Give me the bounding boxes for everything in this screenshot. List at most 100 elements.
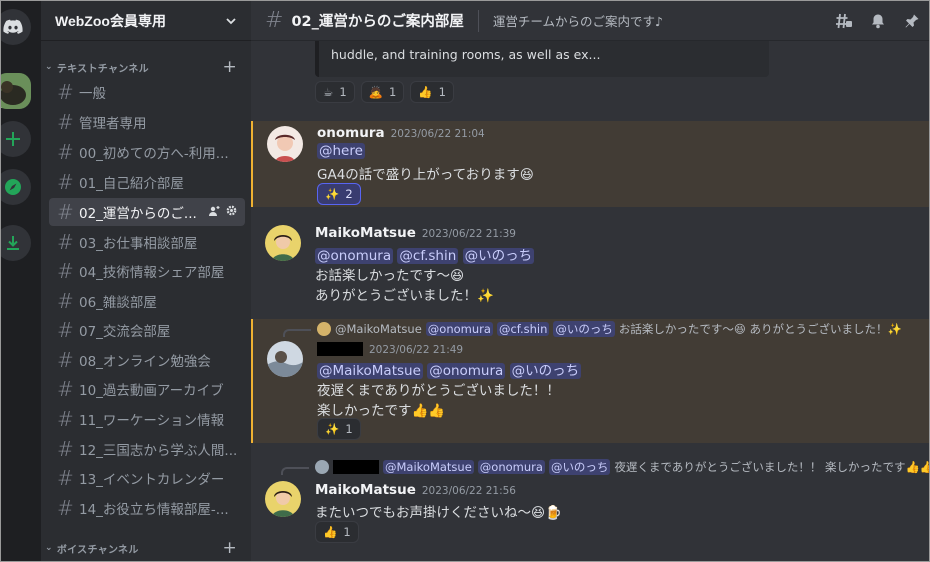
hash-icon: #: [57, 407, 74, 431]
channel-item[interactable]: # 管理者専用: [49, 108, 245, 136]
mention-user: @onomura: [477, 460, 545, 474]
channel-item[interactable]: #03_お仕事相談部屋: [49, 228, 245, 256]
mention-here[interactable]: @here: [317, 143, 365, 159]
mention-user[interactable]: @いのっち: [509, 363, 582, 379]
header-divider: [477, 9, 479, 32]
message-list[interactable]: huddle, and training rooms, as well as e…: [251, 41, 930, 561]
channel-item[interactable]: #11_ワーケーション情報: [49, 405, 245, 433]
message-onomura[interactable]: onomura 2023/06/22 21:04 @here GA4の話で盛り上が…: [251, 121, 929, 207]
hash-icon: #: [57, 466, 74, 490]
reaction-bow[interactable]: 🙇 1: [360, 81, 405, 103]
category-voice-channels[interactable]: ⌄ ボイスチャンネル +: [41, 539, 251, 557]
hash-icon: #: [57, 289, 74, 313]
mention-user: @cf.shin: [496, 322, 550, 336]
hash-icon: #: [57, 80, 74, 104]
mention-user[interactable]: @onomura: [315, 248, 394, 264]
reply-spine: [283, 329, 311, 337]
embed-text: huddle, and training rooms, as well as e…: [331, 47, 601, 62]
username[interactable]: MaikoMatsue 2023/06/22 21:39: [315, 225, 516, 241]
compass-icon: [5, 179, 21, 195]
hash-icon: #: [57, 140, 74, 164]
channel-item[interactable]: # 一般: [49, 78, 245, 106]
reaction-sparkles[interactable]: ✨ 1: [317, 418, 361, 440]
channel-item[interactable]: #01_自己紹介部屋: [49, 168, 245, 196]
avatar[interactable]: [265, 225, 301, 261]
reaction-count: 1: [345, 422, 353, 436]
reaction-coffee[interactable]: ☕ 1: [315, 81, 355, 103]
avatar[interactable]: [267, 126, 303, 162]
chevron-down-icon: [226, 17, 236, 24]
hash-icon: #: [57, 230, 74, 254]
reaction-row: ✨ 2: [317, 183, 361, 205]
channel-name: 10_過去動画アーカイブ: [79, 383, 224, 399]
avatar: [315, 460, 329, 474]
reaction-count: 1: [339, 85, 347, 99]
channel-item[interactable]: #06_雑談部屋: [49, 287, 245, 315]
reaction-sparkles[interactable]: ✨ 2: [317, 183, 361, 205]
username[interactable]: onomura 2023/06/22 21:04: [317, 125, 485, 141]
mention-user: @いのっち: [548, 459, 611, 475]
reply-username[interactable]: @MaikoMatsue: [335, 322, 422, 336]
channel-topic[interactable]: 運営チームからのご案内です♪: [493, 11, 835, 30]
channel-name: 12_三国志から学ぶ人間...: [79, 443, 238, 459]
username[interactable]: MaikoMatsue 2023/06/22 21:56: [315, 482, 516, 498]
download-apps-button[interactable]: [1, 225, 31, 261]
message-redacted-user[interactable]: @MaikoMatsue @onomura @cf.shin @いのっち お話楽…: [251, 319, 929, 443]
avatar: [317, 322, 331, 336]
channel-item[interactable]: #10_過去動画アーカイブ: [49, 375, 245, 403]
channel-name: 07_交流会部屋: [79, 324, 171, 340]
reply-text: 夜遅くまでありがとうございました！！ 楽しかったです👍👍: [614, 460, 930, 474]
avatar[interactable]: [265, 481, 301, 517]
reply-preview[interactable]: @MaikoMatsue @onomura @いのっち 夜遅くまでありがとうござ…: [315, 459, 930, 475]
invite-member-icon[interactable]: [208, 205, 220, 220]
hash-icon: #: [57, 259, 74, 283]
avatar[interactable]: [267, 341, 303, 377]
hash-icon: #: [57, 110, 74, 134]
hash-icon: #: [57, 318, 74, 342]
discord-home-button[interactable]: [1, 9, 31, 45]
channel-name: 01_自己紹介部屋: [79, 176, 184, 192]
chat-header: # 02_運営からのご案内部屋 運営チームからのご案内です♪: [251, 1, 929, 41]
reply-preview[interactable]: @MaikoMatsue @onomura @cf.shin @いのっち お話楽…: [317, 321, 902, 337]
channel-item[interactable]: #04_技術情報シェア部屋: [49, 257, 245, 285]
category-text-channels[interactable]: ⌄ テキストチャンネル +: [41, 58, 251, 76]
message-content: @here: [317, 143, 365, 159]
create-channel-plus-icon[interactable]: +: [222, 58, 237, 76]
mention-user[interactable]: @いのっち: [462, 248, 535, 264]
sparkles-icon: ✨: [325, 422, 340, 436]
channel-item-active[interactable]: #02_運営からのご...: [49, 198, 245, 226]
message-maikomatsue[interactable]: MaikoMatsue 2023/06/22 21:39 @onomura @cf…: [251, 219, 929, 311]
pin-icon[interactable]: [903, 12, 921, 30]
threads-icon[interactable]: [835, 12, 853, 30]
mention-user[interactable]: @MaikoMatsue: [317, 363, 423, 379]
link-embed[interactable]: huddle, and training rooms, as well as e…: [315, 41, 769, 77]
timestamp: 2023/06/22 21:49: [369, 344, 464, 356]
chevron-down-icon: ⌄: [45, 543, 53, 553]
channel-item[interactable]: #08_オンライン勉強会: [49, 346, 245, 374]
timestamp: 2023/06/22 21:56: [421, 485, 516, 497]
guild-header[interactable]: WebZoo会員専用: [41, 1, 251, 41]
server-webzoo-icon[interactable]: [1, 73, 31, 109]
channel-item[interactable]: #13_イベントカレンダー: [49, 464, 245, 492]
mention-user: @onomura: [425, 322, 493, 336]
reaction-thumbsup[interactable]: 👍 1: [315, 521, 359, 543]
add-server-button[interactable]: [1, 121, 31, 157]
bell-icon[interactable]: [869, 12, 887, 30]
message-maikomatsue-2[interactable]: @MaikoMatsue @onomura @いのっち 夜遅くまでありがとうござ…: [251, 455, 930, 561]
mention-user[interactable]: @cf.shin: [397, 248, 459, 264]
message-content: お話楽しかったです〜😆: [315, 268, 465, 284]
channel-item[interactable]: #12_三国志から学ぶ人間...: [49, 435, 245, 463]
create-channel-plus-icon[interactable]: +: [222, 539, 237, 557]
username-redacted[interactable]: 2023/06/22 21:49: [317, 341, 463, 357]
category-label: ボイスチャンネル: [56, 544, 139, 556]
channel-item[interactable]: #14_お役立ち情報部屋-...: [49, 494, 245, 522]
mention-user[interactable]: @onomura: [427, 363, 506, 379]
reaction-thumbsup[interactable]: 👍 1: [410, 81, 454, 103]
explore-servers-button[interactable]: [1, 169, 31, 205]
hash-icon: #: [57, 496, 74, 520]
channel-item[interactable]: #00_初めての方へ-利用...: [49, 138, 245, 166]
gear-icon[interactable]: [226, 205, 237, 220]
message-content: GA4の話で盛り上がっております😆: [317, 167, 534, 183]
channel-item[interactable]: #07_交流会部屋: [49, 316, 245, 344]
channel-name: 一般: [79, 86, 106, 102]
